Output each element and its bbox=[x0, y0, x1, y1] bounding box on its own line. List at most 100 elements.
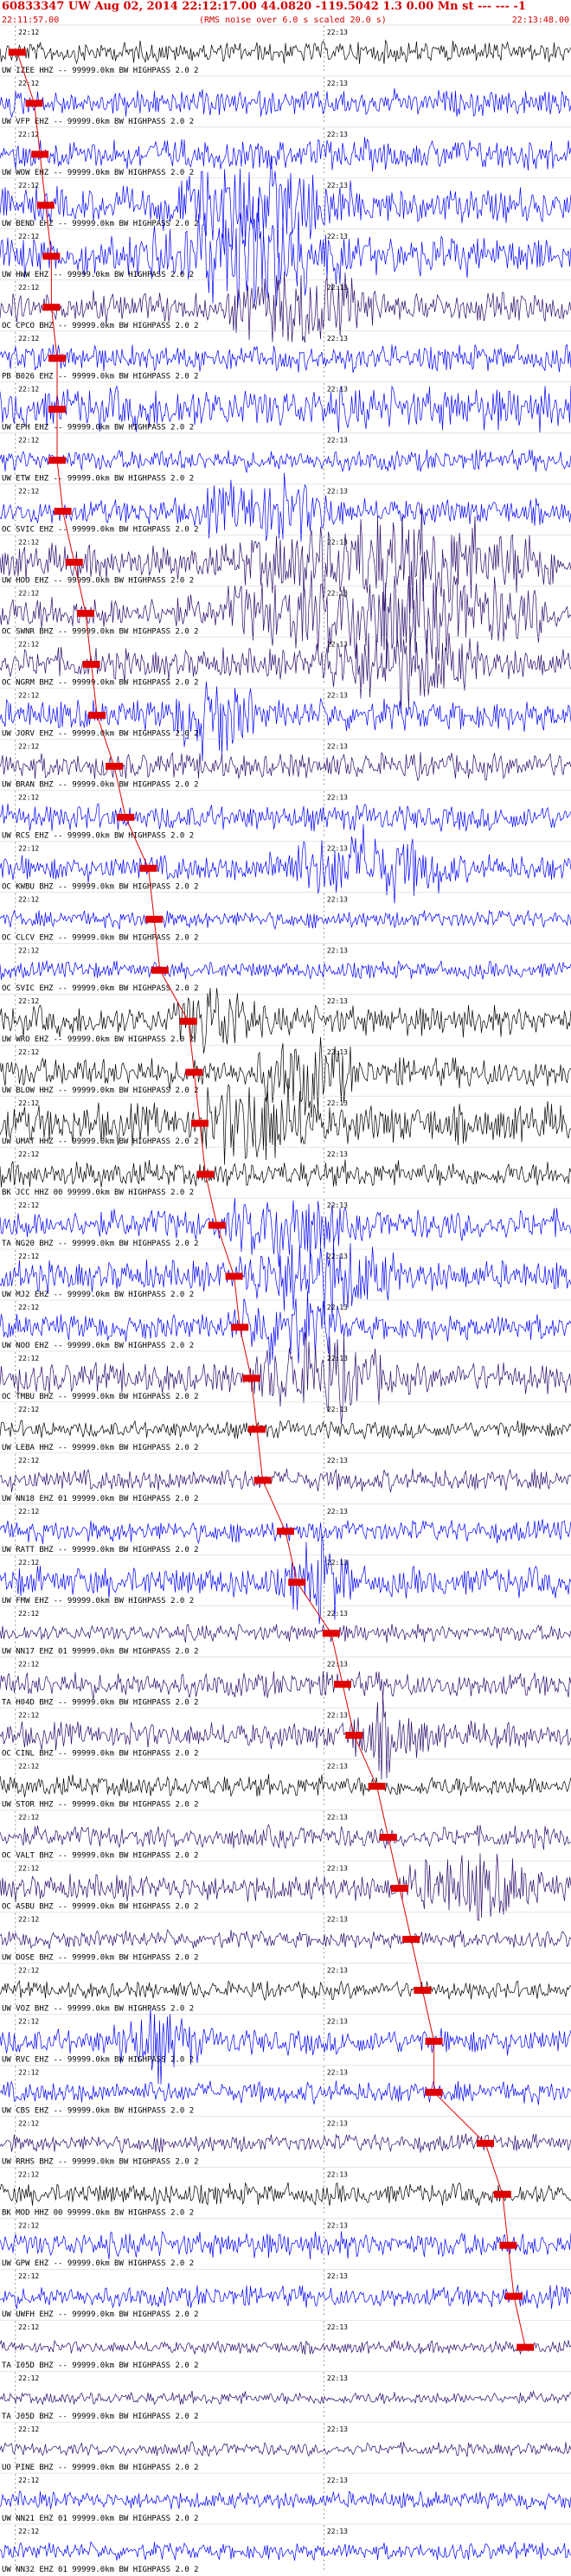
tick-label: 22:12 bbox=[18, 2272, 39, 2280]
tick-label: 22:13 bbox=[327, 691, 348, 699]
trace-row: 22:12 22:13 UW RCS EHZ -- 99999.0km BW HIG… bbox=[0, 790, 571, 840]
tick-label: 22:13 bbox=[327, 233, 348, 240]
trace-row: 22:12 22:13 UW NN32 EHZ 01 99999.0km BW HI… bbox=[0, 2523, 571, 2574]
station-label: UW BRAN BHZ -- 99999.0km BW HIGHPASS 2.0… bbox=[2, 780, 199, 789]
station-label: OC CPCO BHZ -- 99999.0km BW HIGHPASS 2.0… bbox=[2, 322, 199, 330]
tick-label: 22:13 bbox=[327, 946, 348, 954]
station-label: UW WRO EHZ -- 99999.0km BW HIGHPASS 2.0 … bbox=[2, 1035, 194, 1044]
tick-label: 22:12 bbox=[18, 437, 39, 445]
waveform bbox=[0, 2284, 571, 2310]
tick-label: 22:13 bbox=[327, 386, 348, 394]
trace-row: 22:12 22:13 UW WRO EHZ -- 99999.0km BW HIG… bbox=[0, 987, 571, 1054]
waveform bbox=[0, 343, 571, 374]
tick-label: 22:13 bbox=[327, 2119, 348, 2127]
waveform bbox=[0, 1773, 571, 1797]
waveform bbox=[0, 2080, 571, 2105]
station-label: UW BEND EHZ -- 99999.0km BW HIGHPASS 2.0… bbox=[2, 220, 199, 228]
station-label: TA I05D BHZ -- 99999.0km BW HIGHPASS 2.0… bbox=[2, 2361, 199, 2370]
station-label: UW NN17 EHZ 01 99999.0km BW HIGHPASS 2.0… bbox=[2, 1648, 199, 1656]
station-label: UW CBS EHZ -- 99999.0km BW HIGHPASS 2.0 … bbox=[2, 2106, 194, 2115]
tick-label: 22:12 bbox=[18, 1048, 39, 1056]
station-label: OC NGRM BHZ -- 99999.0km BW HIGHPASS 2.0… bbox=[2, 678, 199, 687]
tick-label: 22:13 bbox=[327, 488, 348, 496]
tick-label: 22:13 bbox=[327, 80, 348, 87]
tick-label: 22:12 bbox=[18, 2017, 39, 2025]
waveform bbox=[0, 909, 571, 931]
trace-row: 22:12 22:13 OC CPCO BHZ -- 99999.0km BW HI… bbox=[0, 271, 571, 343]
trace-row: 22:12 22:13 OC NGRM BHZ -- 99999.0km BW HI… bbox=[0, 625, 571, 714]
station-label: UW NN18 EHZ 01 99999.0km BW HIGHPASS 2.0… bbox=[2, 1495, 199, 1503]
waveform bbox=[0, 271, 571, 343]
station-label: UW STOR HHZ -- 99999.0km BW HIGHPASS 2.0… bbox=[2, 1801, 199, 1810]
station-label: OC TMBU BHZ -- 99999.0km BW HIGHPASS 2.0… bbox=[2, 1393, 199, 1401]
tick-label: 22:13 bbox=[327, 1916, 348, 1924]
waveform bbox=[0, 803, 571, 832]
station-label: OC ASBU BHZ -- 99999.0km BW HIGHPASS 2.0… bbox=[2, 1903, 199, 1912]
trace-row: 22:12 22:13 TA J05D BHZ -- 99999.0km BW HI… bbox=[0, 2370, 571, 2421]
trace-row: 22:12 22:13 UW HWW EHZ -- 99999.0km BW HIG… bbox=[0, 195, 571, 309]
tick-label: 22:13 bbox=[327, 1865, 348, 1873]
station-label: UO PINE BHZ -- 99999.0km BW HIGHPASS 2.0… bbox=[2, 2464, 199, 2472]
waveform bbox=[0, 449, 571, 473]
waveform bbox=[0, 1239, 571, 1325]
tick-label: 22:12 bbox=[18, 1865, 39, 1873]
tick-label: 22:13 bbox=[327, 1508, 348, 1515]
tick-label: 22:13 bbox=[327, 1150, 348, 1158]
trace-row: 22:12 22:13UW VFP EHZ -- 99999.0km BW HIG… bbox=[0, 75, 571, 126]
trace-row: 22:12 22:13 UW RVC EHZ -- 99999.0km BW HIG… bbox=[0, 2008, 571, 2085]
tick-label: 22:13 bbox=[327, 1559, 348, 1567]
tick-label: 22:12 bbox=[18, 131, 39, 138]
waveform bbox=[0, 1671, 571, 1700]
tick-label: 22:12 bbox=[18, 2425, 39, 2433]
tick-label: 22:12 bbox=[18, 1763, 39, 1771]
tick-label: 22:12 bbox=[18, 2323, 39, 2331]
station-label: UW DOSE BHZ -- 99999.0km BW HIGHPASS 2.0… bbox=[2, 1953, 199, 1962]
station-label: UW EPH EHZ -- 99999.0km BW HIGHPASS 2.0 … bbox=[2, 424, 194, 433]
tick-label: 22:13 bbox=[327, 2017, 348, 2025]
tick-label: 22:12 bbox=[18, 1559, 39, 1567]
trace-row: 22:12 22:13 UW BLOW HHZ -- 99999.0km BW HI… bbox=[0, 1036, 571, 1118]
trace-row: 22:12 22:13 OC ASBU BHZ -- 99999.0km BW HI… bbox=[0, 1853, 571, 1921]
waveform bbox=[0, 2490, 571, 2510]
trace-row: 22:12 22:13TA H04D BHZ -- 99999.0km BW HI… bbox=[0, 1656, 571, 1708]
waveform bbox=[0, 1980, 571, 2002]
station-label: UW UMAT HHZ -- 99999.0km BW HIGHPASS 2.0… bbox=[2, 1137, 199, 1146]
tick-label: 22:13 bbox=[327, 29, 348, 36]
tick-label: 22:13 bbox=[327, 1201, 348, 1209]
tick-label: 22:12 bbox=[18, 946, 39, 954]
trace-row: 22:12 22:13 TA NG20 BHZ -- 99999.0km BW HI… bbox=[0, 1197, 571, 1267]
station-label: OC SWNR BHZ -- 99999.0km BW HIGHPASS 2.0… bbox=[2, 628, 199, 637]
tick-label: 22:13 bbox=[327, 844, 348, 852]
station-label: UW RCS EHZ -- 99999.0km BW HIGHPASS 2.0 … bbox=[2, 831, 194, 840]
trace-row: 22:12 22:13 OC CLCV EHZ -- 99999.0km BW HI… bbox=[0, 892, 571, 942]
tick-label: 22:12 bbox=[18, 1814, 39, 1822]
trace-row: 22:12 22:13 BK JCC HHZ 00 99999.0km BW HIG… bbox=[0, 1146, 571, 1197]
tick-label: 22:13 bbox=[327, 131, 348, 138]
tick-label: 22:12 bbox=[18, 1201, 39, 1209]
tick-label: 22:13 bbox=[327, 335, 348, 343]
station-label: UW RVC EHZ -- 99999.0km BW HIGHPASS 2.0 … bbox=[2, 2055, 194, 2064]
tick-label: 22:12 bbox=[18, 793, 39, 801]
station-label: BK JCC HHZ 00 99999.0km BW HIGHPASS 2.0 … bbox=[2, 1189, 194, 1197]
trace-row: 22:12 22:13 TA I05D BHZ -- 99999.0km BW HI… bbox=[0, 2319, 571, 2370]
tick-label: 22:12 bbox=[18, 1457, 39, 1464]
tick-label: 22:12 bbox=[18, 539, 39, 547]
waveform bbox=[0, 752, 571, 781]
tick-label: 22:12 bbox=[18, 1099, 39, 1107]
trace-row: 22:12 22:13 UW NOO EHZ -- 99999.0km BW HIG… bbox=[0, 1290, 571, 1365]
station-label: BK MOD HHZ 00 99999.0km BW HIGHPASS 2.0 … bbox=[2, 2208, 194, 2217]
tick-label: 22:12 bbox=[18, 895, 39, 903]
station-label: UW GPW EHZ -- 99999.0km BW HIGHPASS 2.0 … bbox=[2, 2259, 194, 2268]
station-label: OC CLCV EHZ -- 99999.0km BW HIGHPASS 2.0… bbox=[2, 933, 199, 942]
trace-row: 22:12 22:13 OC VALT BHZ -- 99999.0km BW HI… bbox=[0, 1810, 571, 1861]
waveform bbox=[0, 625, 571, 714]
trace-row: 22:12 22:13 UW NN21 EHZ 01 99999.0km BW HI… bbox=[0, 2472, 571, 2523]
tick-label: 22:13 bbox=[327, 1253, 348, 1260]
waveform bbox=[0, 2182, 571, 2207]
station-label: UW LEBA HHZ -- 99999.0km BW HIGHPASS 2.0… bbox=[2, 1444, 199, 1452]
tick-label: 22:13 bbox=[327, 2425, 348, 2433]
waveform bbox=[0, 195, 571, 309]
tick-label: 22:13 bbox=[327, 437, 348, 445]
tick-label: 22:12 bbox=[18, 1406, 39, 1413]
tick-label: 22:13 bbox=[327, 2477, 348, 2484]
